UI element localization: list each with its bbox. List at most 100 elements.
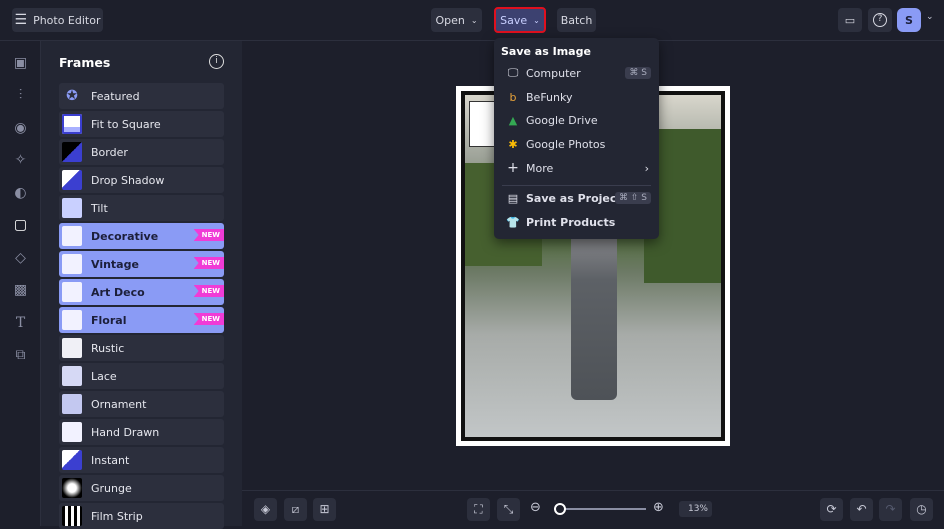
zoom-slider[interactable] <box>554 503 646 515</box>
effects-sparkle-icon[interactable]: ✧ <box>12 152 29 169</box>
frames-panel: Frames i ✪ Featured Fit to Square Border Dro… <box>41 41 242 529</box>
frame-category-drop-shadow[interactable]: Drop Shadow <box>59 167 224 193</box>
frame-category-hand-drawn[interactable]: Hand Drawn <box>59 419 224 445</box>
compare-button[interactable]: ⧄ <box>284 498 307 521</box>
monitor-icon: 🖵 <box>507 66 519 79</box>
avatar[interactable]: S <box>897 8 921 32</box>
frame-category-label: Film Strip <box>91 509 143 523</box>
frame-category-floral[interactable]: Floral NEW <box>59 307 224 333</box>
frame-category-label: Drop Shadow <box>91 173 165 187</box>
grid-icon: ⊞ <box>319 502 330 516</box>
frame-category-grunge[interactable]: Grunge <box>59 475 224 501</box>
frame-thumbnail <box>62 366 82 386</box>
frame-category-label: Ornament <box>91 397 147 411</box>
app-title: Photo Editor <box>33 13 101 27</box>
frame-category-film-strip[interactable]: Film Strip <box>59 503 224 529</box>
frame-category-label: Featured <box>91 89 140 103</box>
plus-icon: + <box>507 160 519 176</box>
frame-category-label: Art Deco <box>91 285 145 299</box>
fit-screen-button[interactable]: ⛶ <box>467 498 490 521</box>
menu-item-more[interactable]: + More › <box>506 158 651 178</box>
frame-category-label: Fit to Square <box>91 117 161 131</box>
zoom-out-icon[interactable]: ⊖ <box>530 500 541 515</box>
undo-button[interactable]: ↶ <box>850 498 873 521</box>
history-icon: ◷ <box>916 502 927 516</box>
briefcase-icon: ▤ <box>507 191 519 205</box>
frame-category-label: Vintage <box>91 257 139 271</box>
layers-button[interactable]: ◈ <box>254 498 277 521</box>
artsy-palette-icon[interactable]: ◐ <box>12 185 29 202</box>
adjust-sliders-icon[interactable]: ⫶ <box>12 87 29 104</box>
shortcut-label: ⌘ ⇧ S <box>615 192 651 204</box>
save-dropdown-menu: Save as Image 🖵 Computer ⌘ S b BeFunky ▲ Goo… <box>494 38 659 239</box>
new-badge: NEW <box>193 285 224 297</box>
batch-label: Batch <box>560 13 593 27</box>
overlay-icon[interactable]: ⧉ <box>12 347 29 364</box>
frame-category-label: Instant <box>91 453 130 467</box>
zoom-in-icon[interactable]: ⊕ <box>653 500 664 515</box>
frame-category-instant[interactable]: Instant <box>59 447 224 473</box>
frame-category-border[interactable]: Border <box>59 139 224 165</box>
redo-button[interactable]: ↷ <box>879 498 902 521</box>
frame-thumbnail <box>62 282 82 302</box>
refresh-icon: ⟳ <box>826 502 837 516</box>
menu-item-label: Google Photos <box>526 137 606 151</box>
comment-button[interactable]: ▭ <box>838 8 862 32</box>
avatar-initial: S <box>905 13 913 27</box>
eye-icon[interactable]: ◉ <box>12 120 29 137</box>
new-badge: NEW <box>193 257 224 269</box>
new-badge: NEW <box>193 229 224 241</box>
expand-icon: ⛶ <box>474 502 483 516</box>
frame-category-label: Tilt <box>91 201 108 215</box>
save-button[interactable]: Save ⌄ <box>494 7 546 33</box>
frame-thumbnail <box>62 506 82 526</box>
menu-item-computer[interactable]: 🖵 Computer ⌘ S <box>506 63 651 83</box>
frame-category-label: Hand Drawn <box>91 425 160 439</box>
menu-item-label: Google Drive <box>526 113 598 127</box>
frame-category-art-deco[interactable]: Art Deco NEW <box>59 279 224 305</box>
frame-category-fit-to-square[interactable]: Fit to Square <box>59 111 224 137</box>
menu-item-label: BeFunky <box>526 90 573 104</box>
frames-icon[interactable]: ▢ <box>12 217 29 234</box>
frame-thumbnail <box>62 198 82 218</box>
frame-category-label: Floral <box>91 313 127 327</box>
open-label: Open <box>435 13 465 27</box>
menu-item-google-photos[interactable]: ✱ Google Photos <box>506 134 651 154</box>
menu-item-save-project[interactable]: ▤ Save as Project ⌘ ⇧ S <box>506 188 651 208</box>
menu-item-befunky[interactable]: b BeFunky <box>506 87 651 107</box>
zoom-slider-handle[interactable] <box>554 503 566 515</box>
menu-item-label: Save as Project <box>526 191 622 205</box>
batch-button[interactable]: Batch <box>557 8 596 32</box>
chevron-down-icon[interactable]: ⌄ <box>926 12 934 22</box>
zoom-value[interactable]: 13% <box>679 501 712 517</box>
frame-category-tilt[interactable]: Tilt <box>59 195 224 221</box>
help-button[interactable]: ? <box>868 8 892 32</box>
comment-icon: ▭ <box>844 13 856 27</box>
textures-icon[interactable]: ▩ <box>12 282 29 299</box>
frame-category-decorative[interactable]: Decorative NEW <box>59 223 224 249</box>
history-button[interactable]: ◷ <box>910 498 933 521</box>
graphics-shapes-icon[interactable]: ◇ <box>12 250 29 267</box>
frame-category-label: Decorative <box>91 229 159 243</box>
actual-size-button[interactable]: ⤡ <box>497 498 520 521</box>
open-button[interactable]: Open ⌄ <box>431 8 482 32</box>
frame-category-ornament[interactable]: Ornament <box>59 391 224 417</box>
frame-category-label: Rustic <box>91 341 125 355</box>
undo-icon: ↶ <box>856 502 867 516</box>
menu-item-print-products[interactable]: 👕 Print Products <box>506 212 651 232</box>
menu-button[interactable]: ☰ Photo Editor <box>12 8 103 32</box>
text-icon[interactable]: T <box>12 315 29 332</box>
frame-thumbnail <box>62 114 82 134</box>
frame-category-rustic[interactable]: Rustic <box>59 335 224 361</box>
menu-item-google-drive[interactable]: ▲ Google Drive <box>506 110 651 130</box>
tshirt-icon: 👕 <box>506 215 520 229</box>
frame-category-featured[interactable]: ✪ Featured <box>59 83 224 109</box>
menu-divider <box>502 185 651 186</box>
info-icon[interactable]: i <box>209 54 224 69</box>
frame-category-vintage[interactable]: Vintage NEW <box>59 251 224 277</box>
grid-button[interactable]: ⊞ <box>313 498 336 521</box>
reset-button[interactable]: ⟳ <box>820 498 843 521</box>
collapse-icon: ⤡ <box>503 502 514 516</box>
image-icon[interactable]: ▣ <box>12 55 29 72</box>
frame-category-lace[interactable]: Lace <box>59 363 224 389</box>
